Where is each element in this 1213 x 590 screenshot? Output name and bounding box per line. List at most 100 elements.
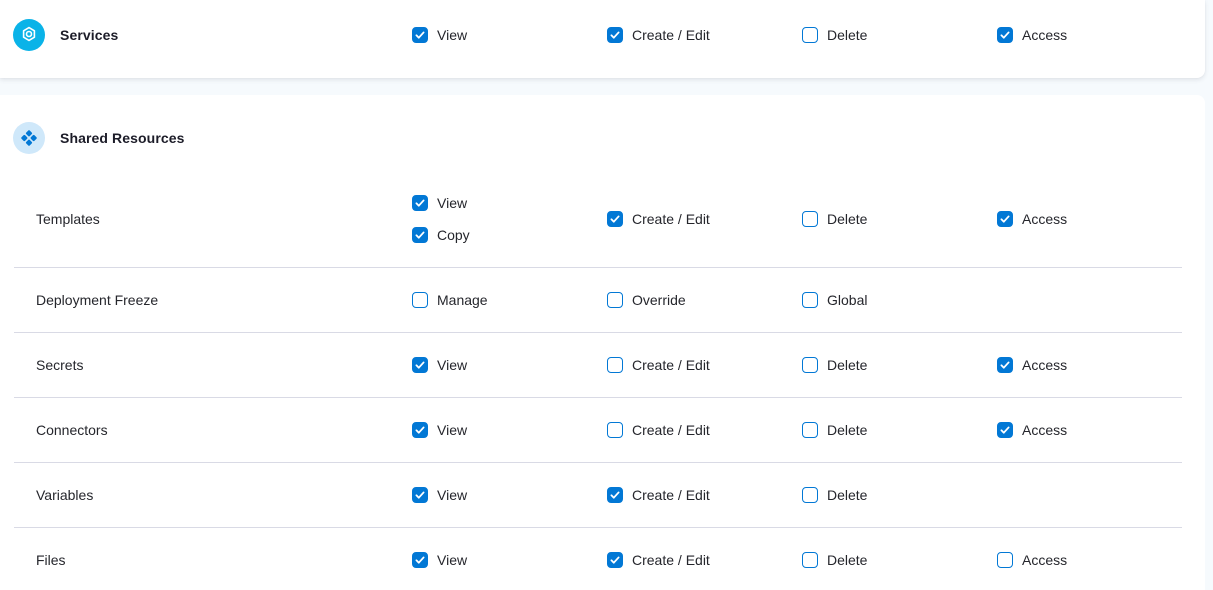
connectors-view-checkbox-item[interactable]: View — [412, 422, 467, 438]
templates-permission-cell: Access — [997, 211, 1205, 227]
templates-create-edit-checkbox-item[interactable]: Create / Edit — [607, 211, 710, 227]
connectors-create-edit-checkbox-item[interactable]: Create / Edit — [607, 422, 710, 438]
checkbox-label: Override — [632, 292, 686, 308]
services-access-checkbox-item[interactable]: Access — [997, 27, 1067, 43]
checkbox-label: View — [437, 27, 467, 43]
checked-checkbox-icon[interactable] — [412, 357, 428, 373]
shared-resources-rows: Templates View Copy Create / Edit Delete Acce… — [0, 170, 1205, 590]
services-delete-checkbox-item[interactable]: Delete — [802, 27, 867, 43]
variables-delete-checkbox-item[interactable]: Delete — [802, 487, 867, 503]
resource-label-secrets: Secrets — [0, 357, 412, 373]
secrets-delete-checkbox-item[interactable]: Delete — [802, 357, 867, 373]
checkbox-label: View — [437, 422, 467, 438]
checkbox-label: Delete — [827, 552, 867, 568]
checkbox-label: View — [437, 195, 467, 211]
shared-resources-card: Shared Resources Templates View Copy Create… — [0, 95, 1205, 590]
files-permission-cell: View — [412, 552, 607, 568]
secrets-view-checkbox-item[interactable]: View — [412, 357, 467, 373]
templates-copy-checkbox-item[interactable]: Copy — [412, 227, 470, 243]
connectors-access-checkbox-item[interactable]: Access — [997, 422, 1067, 438]
services-permission-cell: Delete — [802, 27, 997, 43]
resource-label-templates: Templates — [0, 211, 412, 227]
variables-permission-cell: Create / Edit — [607, 487, 802, 503]
checkbox-label: Create / Edit — [632, 211, 710, 227]
connectors-permission-cell: Delete — [802, 422, 997, 438]
section-title-services: Services — [60, 27, 118, 43]
deployment-freeze-override-checkbox-item[interactable]: Override — [607, 292, 686, 308]
unchecked-checkbox-icon[interactable] — [802, 27, 818, 43]
checkbox-label: Access — [1022, 357, 1067, 373]
checked-checkbox-icon[interactable] — [412, 227, 428, 243]
connectors-delete-checkbox-item[interactable]: Delete — [802, 422, 867, 438]
templates-delete-checkbox-item[interactable]: Delete — [802, 211, 867, 227]
files-permission-cell: Create / Edit — [607, 552, 802, 568]
files-permission-cell: Delete — [802, 552, 997, 568]
secrets-permission-cell: View — [412, 357, 607, 373]
checked-checkbox-icon[interactable] — [607, 211, 623, 227]
resource-row-secrets: SecretsView Create / Edit Delete Access — [0, 333, 1205, 397]
unchecked-checkbox-icon[interactable] — [607, 422, 623, 438]
checked-checkbox-icon[interactable] — [412, 27, 428, 43]
unchecked-checkbox-icon[interactable] — [802, 487, 818, 503]
checkbox-label: Delete — [827, 357, 867, 373]
templates-permission-cell: Create / Edit — [607, 211, 802, 227]
secrets-permission-cell: Delete — [802, 357, 997, 373]
checked-checkbox-icon[interactable] — [997, 211, 1013, 227]
services-view-checkbox-item[interactable]: View — [412, 27, 467, 43]
secrets-permission-cell: Create / Edit — [607, 357, 802, 373]
variables-permission-cell: Delete — [802, 487, 997, 503]
services-permission-cell: Create / Edit — [607, 27, 802, 43]
templates-permission-cell: Delete — [802, 211, 997, 227]
checked-checkbox-icon[interactable] — [997, 357, 1013, 373]
unchecked-checkbox-icon[interactable] — [802, 422, 818, 438]
connectors-permission-cell: Access — [997, 422, 1205, 438]
checkbox-label: Access — [1022, 552, 1067, 568]
checked-checkbox-icon[interactable] — [412, 195, 428, 211]
resource-row-variables: VariablesView Create / Edit Delete — [0, 463, 1205, 527]
deployment-freeze-global-checkbox-item[interactable]: Global — [802, 292, 867, 308]
section-title-shared-resources: Shared Resources — [60, 130, 185, 146]
deployment-freeze-manage-checkbox-item[interactable]: Manage — [412, 292, 488, 308]
files-access-checkbox-item[interactable]: Access — [997, 552, 1067, 568]
unchecked-checkbox-icon[interactable] — [802, 357, 818, 373]
services-create-edit-checkbox-item[interactable]: Create / Edit — [607, 27, 710, 43]
checked-checkbox-icon[interactable] — [607, 552, 623, 568]
variables-create-edit-checkbox-item[interactable]: Create / Edit — [607, 487, 710, 503]
permissions-page: Services View Create / Edit Delete Access S… — [0, 0, 1213, 590]
files-permission-cell: Access — [997, 552, 1205, 568]
checkbox-label: Manage — [437, 292, 488, 308]
unchecked-checkbox-icon[interactable] — [607, 357, 623, 373]
services-permission-cell: View — [412, 27, 607, 43]
unchecked-checkbox-icon[interactable] — [607, 292, 623, 308]
unchecked-checkbox-icon[interactable] — [412, 292, 428, 308]
checked-checkbox-icon[interactable] — [412, 487, 428, 503]
checked-checkbox-icon[interactable] — [412, 552, 428, 568]
checkbox-label: Create / Edit — [632, 357, 710, 373]
variables-view-checkbox-item[interactable]: View — [412, 487, 467, 503]
secrets-create-edit-checkbox-item[interactable]: Create / Edit — [607, 357, 710, 373]
services-icon — [13, 19, 45, 51]
checked-checkbox-icon[interactable] — [997, 422, 1013, 438]
unchecked-checkbox-icon[interactable] — [802, 292, 818, 308]
templates-view-checkbox-item[interactable]: View — [412, 195, 467, 211]
services-permission-row: Services View Create / Edit Delete Access — [0, 19, 1205, 51]
resource-label-variables: Variables — [0, 487, 412, 503]
variables-permission-cell: View — [412, 487, 607, 503]
files-delete-checkbox-item[interactable]: Delete — [802, 552, 867, 568]
deployment-freeze-permission-cell: Manage — [412, 292, 607, 308]
checked-checkbox-icon[interactable] — [412, 422, 428, 438]
connectors-permission-cell: View — [412, 422, 607, 438]
unchecked-checkbox-icon[interactable] — [802, 211, 818, 227]
checked-checkbox-icon[interactable] — [607, 487, 623, 503]
secrets-access-checkbox-item[interactable]: Access — [997, 357, 1067, 373]
files-view-checkbox-item[interactable]: View — [412, 552, 467, 568]
secrets-permission-cell: Access — [997, 357, 1205, 373]
checked-checkbox-icon[interactable] — [607, 27, 623, 43]
deployment-freeze-permission-cell: Global — [802, 292, 997, 308]
unchecked-checkbox-icon[interactable] — [997, 552, 1013, 568]
templates-access-checkbox-item[interactable]: Access — [997, 211, 1067, 227]
files-create-edit-checkbox-item[interactable]: Create / Edit — [607, 552, 710, 568]
checked-checkbox-icon[interactable] — [997, 27, 1013, 43]
checkbox-label: Delete — [827, 422, 867, 438]
unchecked-checkbox-icon[interactable] — [802, 552, 818, 568]
